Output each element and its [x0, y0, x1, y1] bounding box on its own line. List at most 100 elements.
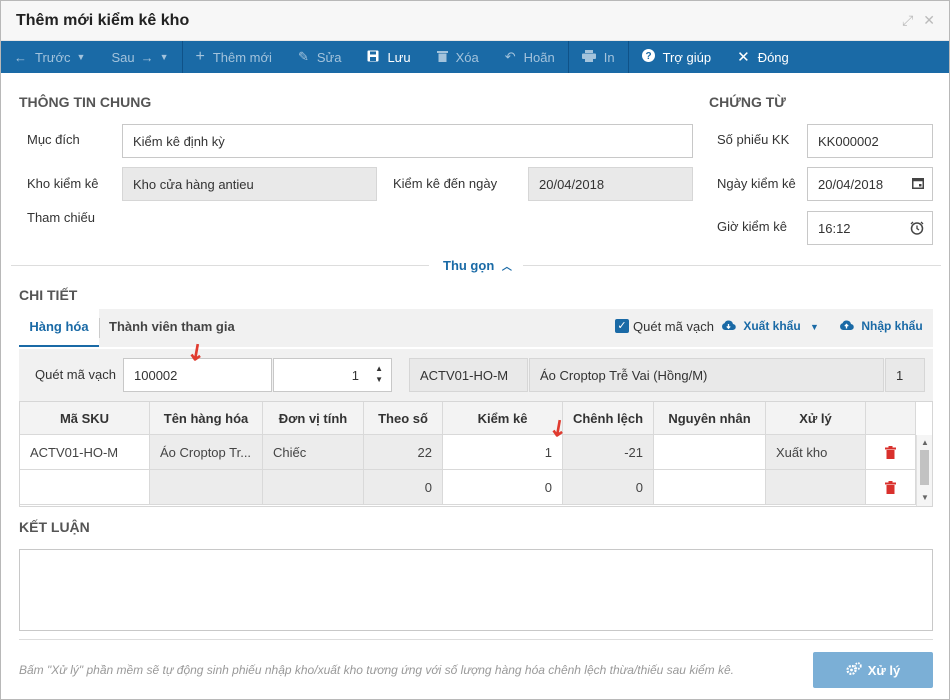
alarm-clock-icon[interactable]	[910, 221, 924, 238]
footer-divider	[19, 639, 933, 640]
check-time-input[interactable]: 16:12	[807, 211, 933, 245]
undo-button[interactable]: ↶ Hoãn	[492, 41, 568, 73]
table-cell-action: Xuất kho	[766, 435, 866, 470]
table-cell-counted[interactable]: 0	[443, 470, 563, 505]
prev-button[interactable]: ← Trước ▼	[1, 41, 98, 73]
delete-row-icon[interactable]	[866, 470, 916, 505]
table-cell-name: Áo Croptop Tr...	[150, 435, 263, 470]
col-unit: Đơn vị tính	[263, 402, 364, 435]
table-cell-diff: -21	[563, 435, 654, 470]
next-button[interactable]: Sau → ▼	[98, 41, 181, 73]
scan-sku-field: ACTV01-HO-M	[409, 358, 528, 392]
tab-goods[interactable]: Hàng hóa	[19, 309, 99, 347]
import-label: Nhập khẩu	[861, 319, 923, 333]
calendar-icon[interactable]	[912, 177, 924, 192]
voucher-section-title: CHỨNG TỪ	[709, 94, 786, 110]
col-name: Tên hàng hóa	[150, 402, 263, 435]
conclusion-textarea[interactable]	[19, 549, 933, 631]
caret-down-icon: ▼	[159, 52, 169, 62]
close-label: Đóng	[757, 49, 789, 65]
table-cell-sku[interactable]: ACTV01-HO-M	[20, 435, 150, 470]
delete-button[interactable]: Xóa	[424, 41, 492, 73]
title-bar: Thêm mới kiểm kê kho ⤢ ✕	[1, 1, 949, 41]
undo-icon: ↶	[504, 49, 516, 64]
table-cell-counted[interactable]: 1	[443, 435, 563, 470]
prev-label: Trước	[35, 49, 71, 65]
edit-button[interactable]: ✎ Sửa	[285, 41, 355, 73]
scrollbar-thumb[interactable]	[920, 450, 929, 485]
col-sku: Mã SKU	[20, 402, 150, 435]
close-button[interactable]: ✕ Đóng	[724, 41, 802, 73]
trash-icon	[436, 50, 448, 65]
collapse-toggle[interactable]: Thu gọn ︿	[443, 258, 512, 273]
scroll-down-icon[interactable]: ▼	[921, 493, 929, 502]
goods-table: Mã SKU Tên hàng hóa Đơn vị tính Theo số …	[19, 401, 933, 507]
dialog-title: Thêm mới kiểm kê kho	[16, 12, 190, 29]
col-delete	[866, 402, 916, 435]
table-cell-book: 22	[364, 435, 443, 470]
footer-note: Bấm "Xử lý" phần mềm sẽ tự động sinh phi…	[19, 663, 734, 677]
conclusion-section-title: KẾT LUẬN	[19, 519, 90, 535]
add-button[interactable]: + Thêm mới	[183, 41, 285, 73]
toolbar: ← Trước ▼ Sau → ▼ + Thêm mới ✎ Sửa Lưu X…	[1, 41, 949, 73]
stepper-arrows-icon[interactable]: ▲ ▼	[375, 363, 383, 385]
table-cell-sku[interactable]	[20, 470, 150, 505]
arrow-left-icon: ←	[14, 49, 27, 65]
delete-label: Xóa	[455, 49, 479, 65]
table-cell-unit	[263, 470, 364, 505]
svg-text:?: ?	[645, 51, 651, 62]
export-button[interactable]: Xuất khẩu ▼	[721, 319, 819, 333]
general-section-title: THÔNG TIN CHUNG	[19, 94, 152, 110]
warehouse-field[interactable]: Kho cửa hàng antieu	[122, 167, 377, 201]
col-book: Theo số	[364, 402, 443, 435]
pencil-icon: ✎	[297, 49, 309, 64]
scan-quantity-stepper[interactable]: 1 ▲ ▼	[273, 358, 392, 392]
purpose-label: Mục đích	[27, 132, 80, 147]
next-label: Sau	[111, 49, 135, 65]
cloud-upload-icon	[839, 319, 857, 333]
chevron-up-icon: ︿	[501, 262, 512, 273]
tab-divider	[99, 318, 100, 338]
until-date-field[interactable]: 20/04/2018	[528, 167, 693, 201]
add-label: Thêm mới	[212, 49, 272, 65]
purpose-input[interactable]: Kiểm kê định kỳ	[122, 124, 693, 158]
process-label: Xử lý	[867, 662, 901, 678]
floppy-icon	[367, 50, 379, 65]
process-button[interactable]: Xử lý	[813, 652, 933, 688]
collapse-divider-right	[523, 265, 941, 266]
inventory-check-dialog: Thêm mới kiểm kê kho ⤢ ✕ ← Trước ▼ Sau →…	[0, 0, 950, 700]
table-cell-action	[766, 470, 866, 505]
voucher-number-label: Số phiếu KK	[717, 132, 790, 147]
plus-icon: +	[195, 48, 205, 65]
close-icon[interactable]: ✕	[923, 12, 935, 29]
close-x-icon: ✕	[737, 49, 750, 66]
check-date-label: Ngày kiểm kê	[717, 176, 796, 191]
caret-down-icon: ▼	[76, 52, 86, 62]
tab-members[interactable]: Thành viên tham gia	[109, 309, 235, 347]
scroll-up-icon[interactable]: ▲	[921, 438, 929, 447]
voucher-number-input[interactable]: KK000002	[807, 124, 933, 158]
help-button[interactable]: ? Trợ giúp	[629, 41, 725, 73]
check-date-input[interactable]: 20/04/2018	[807, 167, 933, 201]
import-button[interactable]: Nhập khẩu	[839, 319, 923, 333]
maximize-icon[interactable]: ⤢	[902, 12, 913, 29]
table-cell-unit: Chiếc	[263, 435, 364, 470]
check-time-value: 16:12	[818, 220, 851, 236]
edit-label: Sửa	[316, 49, 342, 65]
delete-row-icon[interactable]	[866, 435, 916, 470]
table-cell-book: 0	[364, 470, 443, 505]
table-cell-name	[150, 470, 263, 505]
collapse-divider-left	[11, 265, 429, 266]
save-button[interactable]: Lưu	[354, 41, 423, 73]
table-cell-reason[interactable]	[654, 470, 766, 505]
print-label: In	[603, 49, 615, 65]
table-scrollbar[interactable]: ▲ ▼	[916, 435, 932, 506]
table-cell-reason[interactable]	[654, 435, 766, 470]
collapse-label: Thu gọn	[443, 258, 495, 273]
caret-down-icon: ▼	[810, 322, 819, 332]
scan-product-name-field: Áo Croptop Trễ Vai (Hồng/M)	[529, 358, 884, 392]
print-button[interactable]: In	[569, 41, 628, 73]
cloud-download-icon	[721, 319, 739, 333]
barcode-checkbox[interactable]: ✓	[615, 319, 629, 333]
barcode-checkbox-label: Quét mã vạch	[633, 319, 714, 334]
